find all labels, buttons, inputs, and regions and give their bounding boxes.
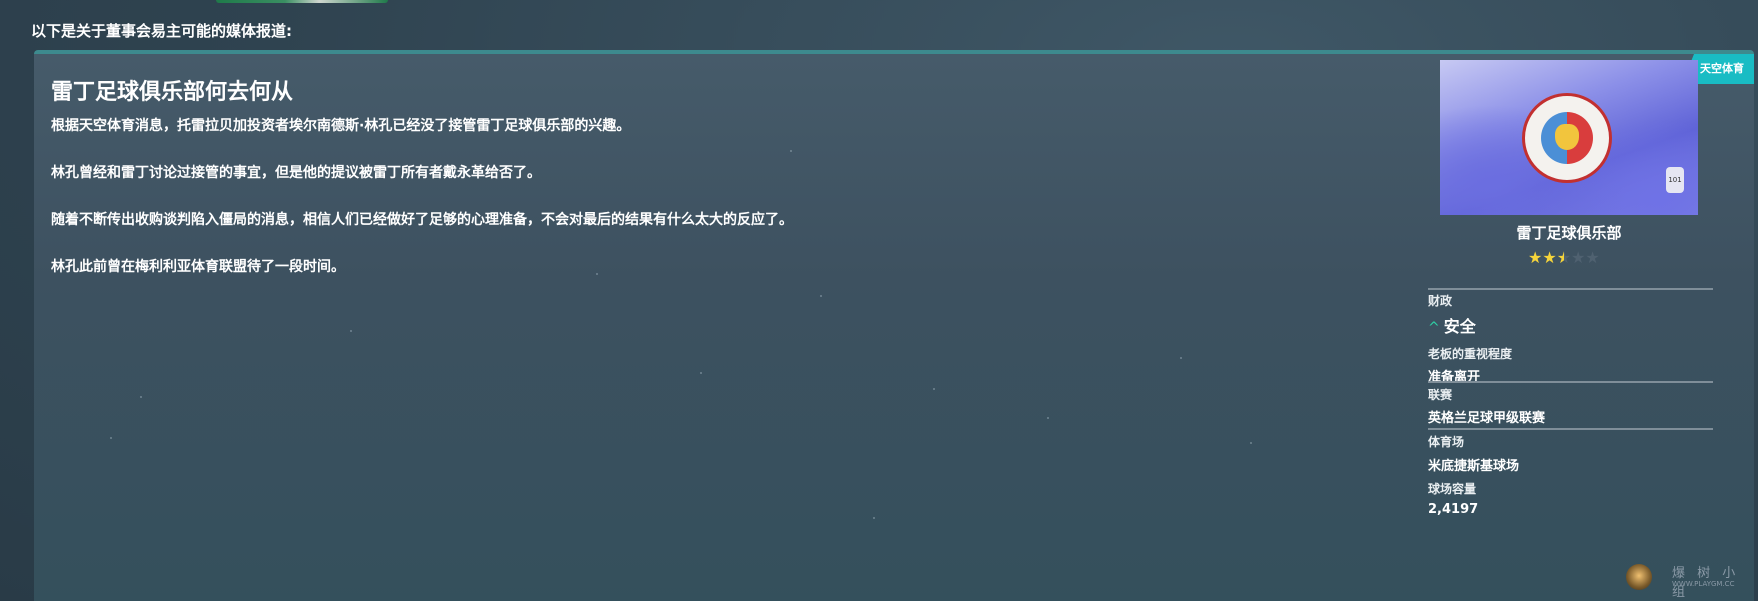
owner-attention-label: 老板的重视程度: [1428, 347, 1513, 361]
club-rating-stars: ★★★★★: [1528, 248, 1600, 267]
article-paragraph: 根据天空体育消息，托雷拉贝加投资者埃尔南德斯·林孔已经没了接管雷丁足球俱乐部的兴…: [51, 118, 631, 134]
star-empty-icon: ★: [1571, 248, 1586, 267]
watermark-url: WWW.PLAYGM.CC: [1672, 580, 1735, 588]
star-icon: ★: [1528, 248, 1543, 267]
stadium-value[interactable]: 米底捷斯基球场: [1428, 455, 1713, 474]
league-section: 联赛 英格兰足球甲级联赛: [1428, 386, 1713, 426]
capacity-label: 球场容量: [1428, 482, 1477, 496]
chevron-up-icon: ^: [1428, 320, 1440, 336]
previous-news-thumbnail[interactable]: [216, 0, 388, 3]
article-paragraph: 随着不断传出收购谈判陷入僵局的消息，相信人们已经做好了足够的心理准备，不会对最后…: [51, 212, 793, 228]
watermark-logo-icon: [1626, 564, 1652, 590]
divider: [1428, 288, 1713, 290]
finance-section: 财政 ^ 安全 老板的重视程度 准备离开: [1428, 292, 1713, 385]
league-label: 联赛: [1428, 388, 1453, 402]
divider: [1428, 381, 1713, 383]
stadium-section: 体育场 米底捷斯基球场 球场容量 2,4197: [1428, 433, 1713, 517]
club-stadium-image[interactable]: 101: [1440, 60, 1698, 215]
seat-number: 101: [1666, 167, 1684, 193]
stadium-label: 体育场: [1428, 435, 1465, 449]
club-name[interactable]: 雷丁足球俱乐部: [1440, 222, 1698, 243]
watermark: 爆 树 小 组 WWW.PLAYGM.CC: [1626, 560, 1754, 600]
news-headline: 雷丁足球俱乐部何去何从: [51, 80, 294, 105]
club-crest-icon: [1522, 93, 1612, 183]
finance-label: 财政: [1428, 294, 1453, 308]
article-paragraph: 林孔此前曾在梅利利亚体育联盟待了一段时间。: [51, 259, 345, 275]
half-star-icon: ★: [1556, 248, 1572, 267]
star-icon: ★: [1542, 248, 1557, 267]
finance-value: 安全: [1443, 317, 1476, 336]
divider: [1428, 428, 1713, 430]
article-paragraph: 林孔曾经和雷丁讨论过接管的事宜，但是他的提议被雷丁所有者戴永革给否了。: [51, 165, 541, 181]
capacity-value: 2,4197: [1428, 502, 1479, 517]
star-empty-icon: ★: [1585, 248, 1600, 267]
intro-text: 以下是关于董事会易主可能的媒体报道:: [31, 22, 293, 40]
league-value[interactable]: 英格兰足球甲级联赛: [1428, 407, 1713, 426]
news-article: 根据天空体育消息，托雷拉贝加投资者埃尔南德斯·林孔已经没了接管雷丁足球俱乐部的兴…: [51, 118, 1201, 306]
